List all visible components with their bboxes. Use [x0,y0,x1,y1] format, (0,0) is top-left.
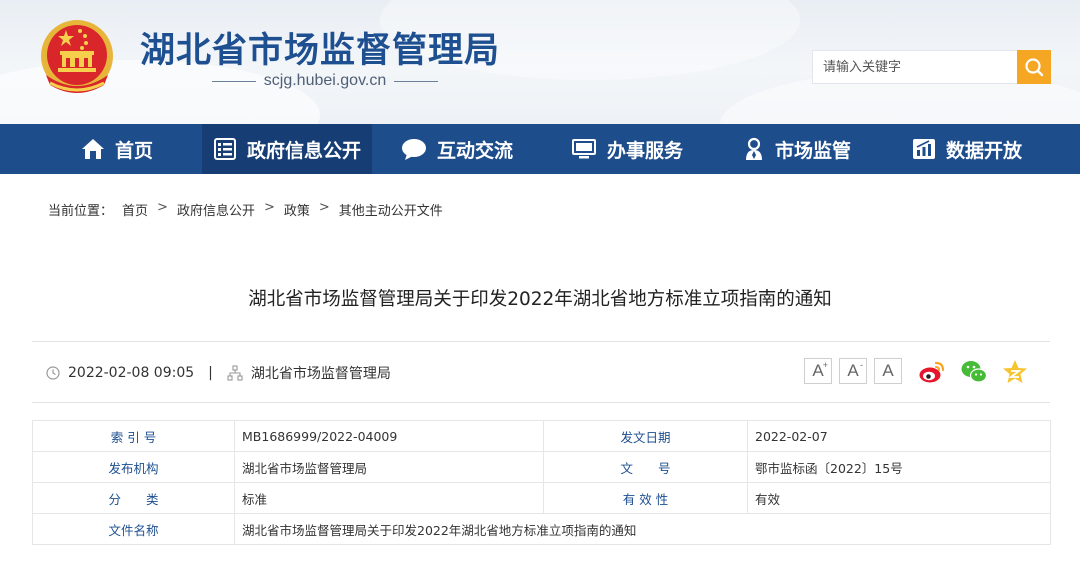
publisher-value: 湖北省市场监督管理局 [234,451,544,483]
breadcrumb-link-gov-info[interactable]: 政府信息公开 [177,200,255,219]
breadcrumb-separator: > [157,200,168,215]
breadcrumb-separator: > [263,200,275,215]
breadcrumb-link-policy[interactable]: 政策 [284,200,310,219]
divider-line [394,80,439,82]
site-url-row: scjg.hubei.gov.cn [212,70,439,92]
category-label: 分 类 [32,482,235,514]
organization-icon [227,365,243,381]
table-row: 文件名称 湖北省市场监督管理局关于印发2022年湖北省地方标准立项指南的通知 [32,513,1051,545]
font-reset-button[interactable]: A [874,358,902,384]
file-name-label: 文件名称 [32,513,235,545]
publish-source: 湖北省市场监督管理局 [250,366,391,382]
divider [32,341,1050,342]
document-number-label: 文 号 [543,451,748,483]
site-header: 湖北省市场监督管理局 scjg.hubei.gov.cn [0,0,1080,124]
site-title: 湖北省市场监督管理局 [140,30,501,71]
table-row: 索 引 号 MB1686999/2022-04009 发文日期 2022-02-… [32,420,1051,452]
nav-label: 互动交流 [436,139,513,162]
breadcrumb-separator: > [318,200,330,215]
home-icon [81,139,104,159]
font-increase-mark: + [822,360,828,370]
main-nav: 首页 政府信息公开 互动交流 办事服务 市场监管 数据开放 [0,124,1080,174]
publish-datetime: 2022-02-08 09:05 [68,365,195,381]
divider [32,402,1050,403]
divider-line [212,80,256,82]
search-input[interactable] [812,50,1018,84]
validity-value: 有效 [747,482,1051,514]
monitor-icon [571,139,596,159]
inspector-icon [745,137,762,160]
search-icon [1025,58,1044,77]
validity-label: 有 效 性 [543,482,748,514]
nav-item-gov-info[interactable]: 政府信息公开 [202,124,372,174]
breadcrumb-link-home[interactable]: 首页 [122,200,148,219]
nav-label: 首页 [114,139,153,162]
chart-icon [912,139,935,159]
chat-bubble-icon [401,139,426,160]
nav-label: 数据开放 [945,139,1022,162]
site-url: scjg.hubei.gov.cn [263,72,387,89]
font-decrease-mark: - [860,360,863,370]
index-number-label: 索 引 号 [32,420,235,452]
nav-label: 办事服务 [606,139,683,162]
font-decrease-button[interactable]: A - [839,358,867,384]
weibo-share-icon[interactable] [918,358,946,386]
nav-label: 政府信息公开 [246,139,361,162]
search-button[interactable] [1017,50,1051,84]
table-row: 发布机构 湖北省市场监督管理局 文 号 鄂市监标函〔2022〕15号 [32,451,1051,483]
document-number-value: 鄂市监标函〔2022〕15号 [747,451,1051,483]
publisher-label: 发布机构 [32,451,235,483]
font-label: A [882,361,894,380]
nav-item-open-data[interactable]: 数据开放 [882,124,1052,174]
article-title: 湖北省市场监督管理局关于印发2022年湖北省地方标准立项指南的通知 [248,289,832,310]
breadcrumb-link-other-files[interactable]: 其他主动公开文件 [339,200,443,219]
file-name-value: 湖北省市场监督管理局关于印发2022年湖北省地方标准立项指南的通知 [234,513,1051,545]
clock-icon [46,366,60,380]
nav-item-market-supervision[interactable]: 市场监管 [712,124,882,174]
issue-date-value: 2022-02-07 [747,420,1051,452]
nav-label: 市场监管 [774,139,851,162]
category-value: 标准 [234,482,544,514]
article-meta: 2022-02-08 09:05 | 湖北省市场监督管理局 [46,363,391,383]
font-increase-button[interactable]: A + [804,358,832,384]
document-info-table: 索 引 号 MB1686999/2022-04009 发文日期 2022-02-… [32,420,1051,545]
breadcrumb: 当前位置： 首页 > 政府信息公开 > 政策 > 其他主动公开文件 [48,200,443,219]
qzone-share-icon[interactable] [1001,358,1029,386]
document-list-icon [213,138,236,160]
meta-divider: | [208,365,213,381]
font-size-controls: A + A - A [804,358,902,384]
nav-item-interaction[interactable]: 互动交流 [372,124,542,174]
font-label: A [847,361,859,380]
nav-item-home[interactable]: 首页 [32,124,202,174]
table-row: 分 类 标准 有 效 性 有效 [32,482,1051,514]
index-number-value: MB1686999/2022-04009 [234,420,544,452]
national-emblem-icon [41,20,113,93]
issue-date-label: 发文日期 [543,420,748,452]
wechat-share-icon[interactable] [960,358,988,386]
breadcrumb-prefix: 当前位置： [48,204,114,219]
nav-item-services[interactable]: 办事服务 [542,124,712,174]
